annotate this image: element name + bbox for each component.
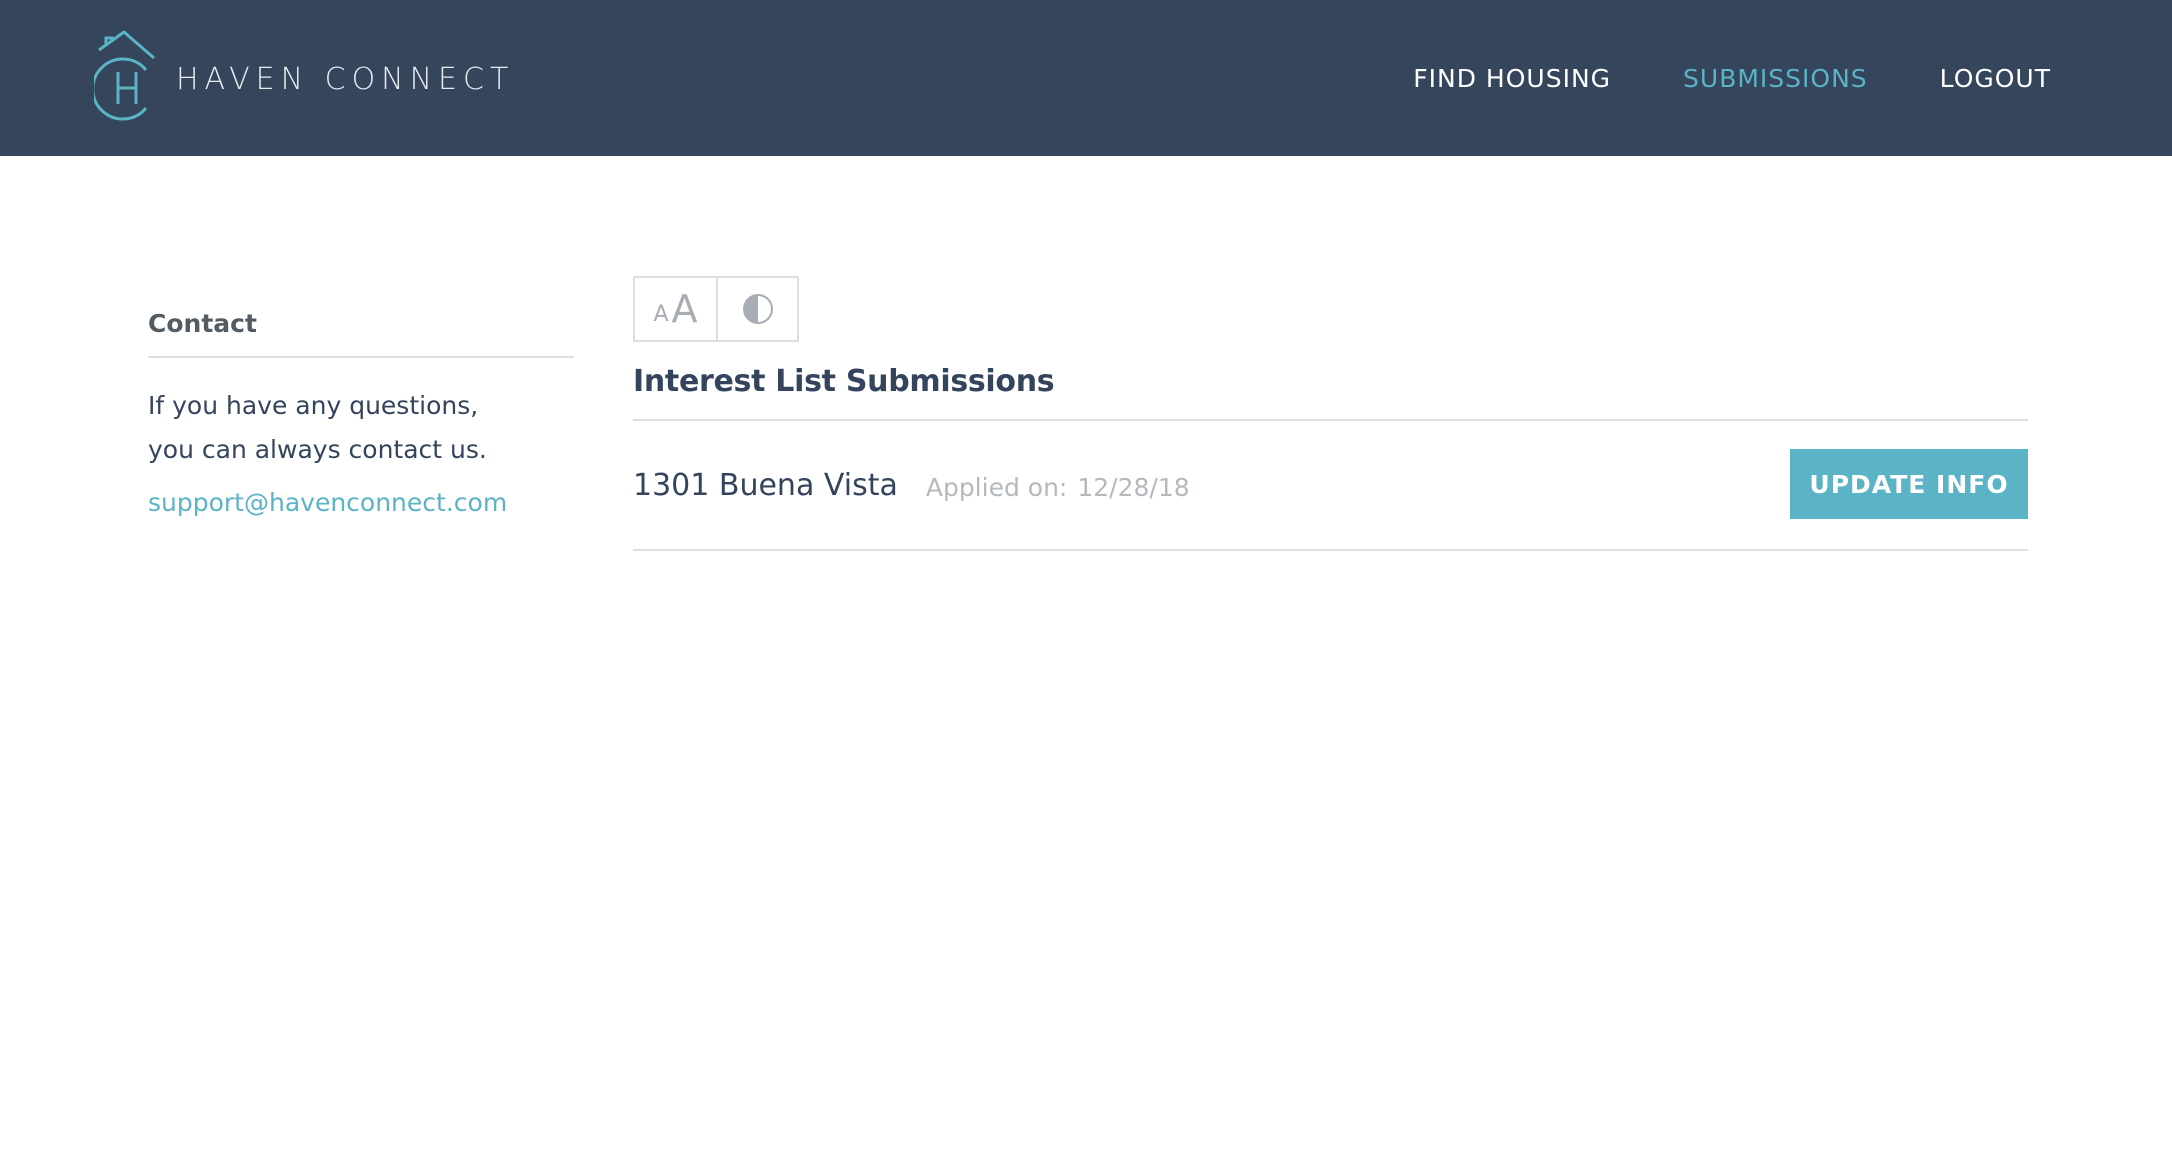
contact-sidebar: Contact If you have any questions, you c…: [148, 309, 574, 517]
applied-info: Applied on: 12/28/18: [926, 469, 1190, 502]
house-h-logo-icon: [94, 30, 155, 121]
applied-date: 12/28/18: [1077, 472, 1190, 502]
contact-text-line-1: If you have any questions,: [148, 391, 479, 420]
font-size-icon: A A: [653, 287, 698, 331]
accessibility-toolbar: A A: [633, 276, 799, 342]
contrast-icon: [742, 294, 773, 324]
property-name: 1301 Buena Vista: [633, 467, 898, 503]
contact-text: If you have any questions, you can alway…: [148, 384, 574, 472]
logo[interactable]: HAVEN CONNECT: [94, 28, 514, 124]
font-size-button[interactable]: A A: [635, 278, 716, 340]
support-email-link[interactable]: support@havenconnect.com: [148, 488, 507, 517]
page-title: Interest List Submissions: [633, 364, 2028, 421]
applied-label: Applied on:: [925, 472, 1068, 502]
contact-title: Contact: [148, 309, 574, 358]
update-info-button[interactable]: UPDATE INFO: [1790, 449, 2028, 519]
site-header: HAVEN CONNECT FIND HOUSING SUBMISSIONS L…: [0, 0, 2172, 156]
contact-text-line-2: you can always contact us.: [148, 435, 487, 464]
nav-submissions[interactable]: SUBMISSIONS: [1683, 64, 1868, 93]
nav-find-housing[interactable]: FIND HOUSING: [1413, 64, 1611, 93]
brand-name: HAVEN CONNECT: [176, 62, 515, 97]
nav-logout[interactable]: LOGOUT: [1940, 64, 2051, 93]
submission-row: 1301 Buena Vista Applied on: 12/28/18 UPD…: [633, 421, 2028, 551]
contrast-button[interactable]: [716, 278, 797, 340]
main-content: A A Interest List Submissions 1301 Buena…: [633, 276, 2028, 551]
main-nav: FIND HOUSING SUBMISSIONS LOGOUT: [1341, 0, 2051, 156]
